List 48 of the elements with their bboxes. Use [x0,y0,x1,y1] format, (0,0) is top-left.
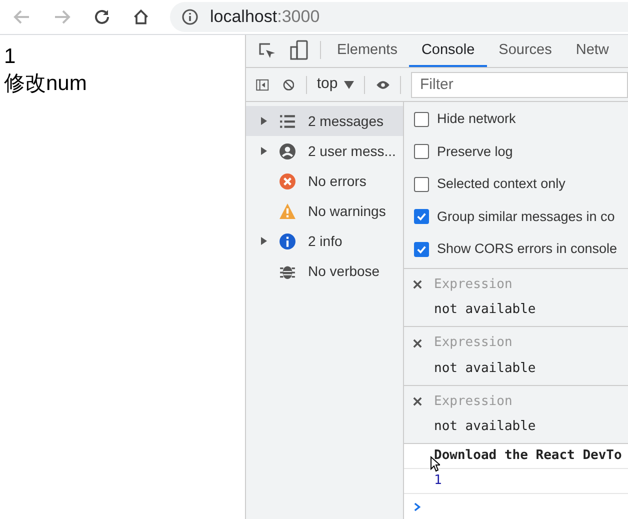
filter-field[interactable]: Filter [411,72,628,98]
sidebar-item[interactable]: 2 user mess... [246,136,403,166]
page-text: 1 [4,44,17,70]
expand-arrow-icon[interactable] [261,117,267,125]
close-icon[interactable] [413,397,422,406]
setting-checkbox[interactable]: Preserve log [404,136,628,168]
device-icon[interactable] [290,40,308,60]
page-text: 修改num [4,71,88,97]
expand-arrow-icon[interactable] [261,237,267,245]
home-icon[interactable] [132,8,150,26]
sidebar-item[interactable]: 2 info [246,226,403,256]
close-icon[interactable] [413,338,422,348]
address-bar[interactable]: localhost:3000 [170,2,628,32]
sidebar-item[interactable]: No warnings [246,196,403,226]
checkmark-icon [416,211,427,222]
checkmark-icon [416,244,427,255]
setting-checkbox[interactable]: Selected context only [404,168,628,200]
expression-value: not available [434,360,537,378]
console-message: Download the React DevTo [434,447,622,466]
inspect-icon[interactable] [258,42,276,60]
list-icon [279,112,296,130]
expression-value: not available [434,418,537,436]
console-message: 1 [434,472,442,490]
warning-icon [279,202,296,220]
error-icon [279,172,296,190]
expand-arrow-icon[interactable] [261,147,267,155]
devtools-tab[interactable]: Elements [325,37,410,67]
setting-checkbox[interactable]: Show CORS errors in console [404,233,628,266]
prompt-icon [414,502,421,512]
sidebar-item[interactable]: No errors [246,166,403,196]
reload-icon[interactable] [92,7,112,27]
sidebar-item[interactable]: No verbose [246,256,403,286]
user-icon [279,142,296,160]
info-icon [279,232,296,250]
caret-icon [344,80,354,88]
sidebar-item[interactable]: 2 messages [246,106,403,136]
expression-name: Expression [434,392,512,411]
setting-checkbox[interactable]: Hide network [404,103,628,136]
expression-name: Expression [434,334,512,352]
devtools-tab[interactable]: Netw [564,37,621,67]
expression-value: not available [434,301,537,320]
expression-name: Expression [434,276,512,294]
context-dropdown[interactable]: top [316,73,354,96]
setting-checkbox[interactable]: Group similar messages in co [404,200,628,233]
close-icon[interactable] [413,280,422,289]
url-text: localhost:3000 [210,6,320,28]
info-icon[interactable] [182,9,198,25]
devtools-tab[interactable]: Sources [486,37,564,67]
